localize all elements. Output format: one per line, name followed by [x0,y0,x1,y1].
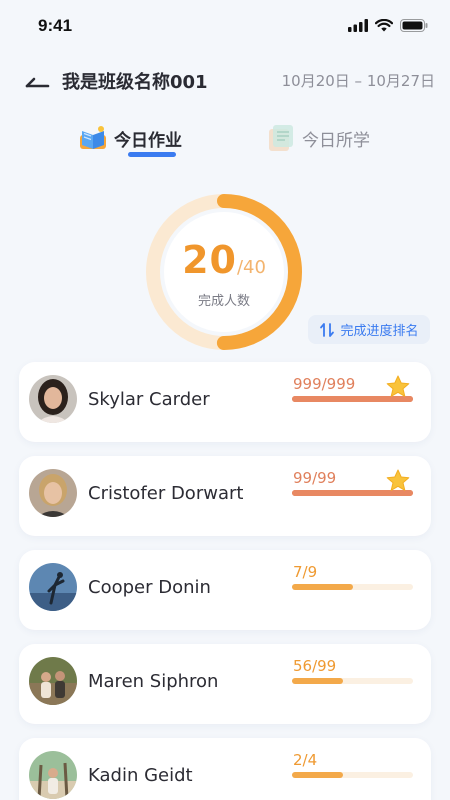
progress-rank-button[interactable]: 完成进度排名 [308,315,430,344]
student-card[interactable]: Skylar Carder 999/999 [19,362,431,442]
book-icon [80,126,106,149]
tab-today-learned-label: 今日所学 [302,130,370,151]
tab-bar: 今日作业 今日所学 [0,116,450,162]
progress-rank-label: 完成进度排名 [340,324,419,339]
date-range[interactable]: 10月20日 – 10月27日 [282,70,435,91]
progress-text: 7/9 [293,563,318,581]
back-arrow-icon[interactable] [24,69,54,91]
progress-text: 999/999 [293,375,356,393]
student-name: Cristofer Dorwart [88,483,244,504]
wifi-icon [375,19,393,32]
tab-today-homework-label: 今日作业 [114,130,182,151]
nav-header: 我是班级名称001 10月20日 – 10月27日 [0,60,450,100]
student-card[interactable]: Maren Siphron 56/99 [19,644,431,724]
completed-count: 20 [182,238,237,282]
avatar [29,563,77,611]
progress-bar-fill [292,584,353,590]
tab-today-learned[interactable]: 今日所学 [264,116,370,160]
notebook-icon [269,125,293,151]
progress-bar-fill [292,678,343,684]
avatar [29,657,77,705]
avatar [29,751,77,799]
star-icon [386,469,410,491]
progress-bar-fill [292,772,343,778]
progress-text: 99/99 [293,469,337,487]
total-count: /40 [236,257,266,278]
avatar [29,375,77,423]
avatar [29,469,77,517]
star-icon [386,375,410,397]
active-tab-indicator [128,152,176,157]
student-name: Maren Siphron [88,671,219,692]
student-name: Kadin Geidt [88,765,193,786]
sort-icon [320,322,335,337]
progress-text: 2/4 [293,751,318,769]
status-icons [348,19,428,32]
completion-count: 20/40 [146,238,302,282]
completion-caption: 完成人数 [197,294,250,309]
status-time: 9:41 [38,16,73,35]
battery-icon [400,19,428,32]
signal-icon [348,19,368,32]
progress-bar [292,772,413,778]
status-bar: 9:41 [0,0,450,54]
student-name: Skylar Carder [88,389,210,410]
completion-ring: 20/40 完成人数 [146,194,302,350]
page-title: 我是班级名称001 [62,72,208,93]
student-card[interactable]: Cristofer Dorwart 99/99 [19,456,431,536]
progress-bar [292,584,413,590]
student-name: Cooper Donin [88,577,211,598]
student-card[interactable]: Kadin Geidt 2/4 [19,738,431,800]
progress-text: 56/99 [293,657,337,675]
student-card[interactable]: Cooper Donin 7/9 [19,550,431,630]
progress-bar [292,678,413,684]
